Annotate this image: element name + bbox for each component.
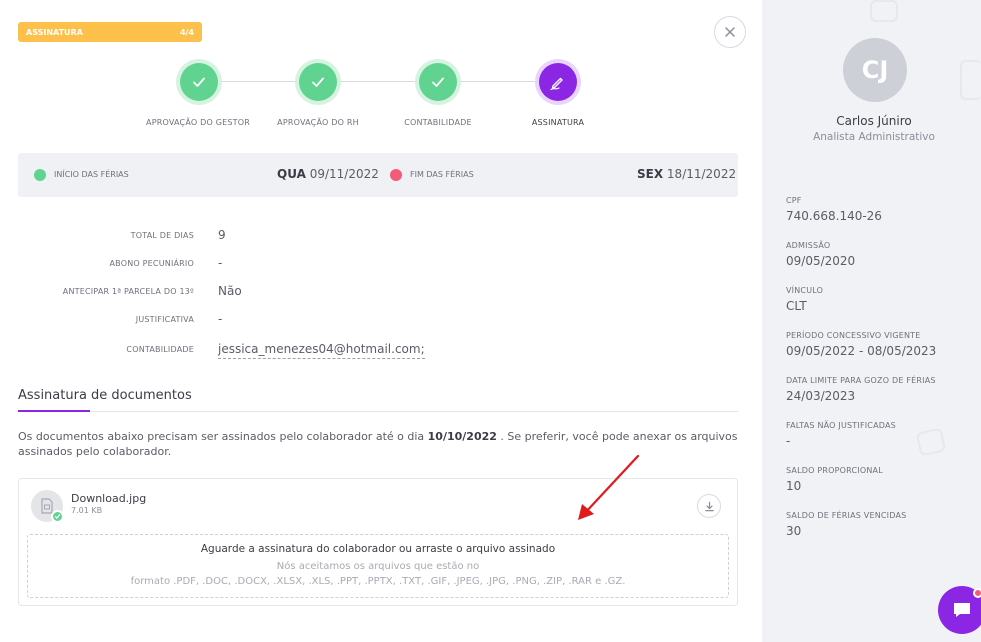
step-label-assinatura: ASSINATURA (531, 118, 585, 127)
end-date-dot (390, 169, 402, 181)
employee-name: Carlos Júniro (836, 114, 912, 128)
file-check-icon (51, 510, 64, 523)
file-name[interactable]: Download.jpg (71, 492, 146, 505)
saldo-vencidas-label: SALDO DE FÉRIAS VENCIDAS (786, 511, 907, 520)
step-badge-label: ASSINATURA (26, 27, 83, 37)
check-icon (432, 77, 444, 87)
step-label-rh: APROVAÇÃO DO RH (277, 118, 359, 127)
contabilidade-email[interactable]: jessica_menezes04@hotmail.com; (218, 342, 425, 359)
faltas-value: - (786, 434, 791, 448)
employee-role: Analista Administrativo (813, 131, 935, 143)
step-badge-counter: 4/4 (179, 27, 194, 37)
step-connector (456, 81, 542, 82)
end-date-value: SEX 18/11/2022 (637, 167, 736, 181)
justificativa-label: JUSTIFICATIVA (135, 315, 194, 324)
close-button[interactable] (714, 16, 746, 48)
download-icon (704, 501, 714, 511)
admissao-value: 09/05/2020 (786, 254, 856, 268)
periodo-value: 09/05/2022 - 08/05/2023 (786, 344, 937, 358)
download-button[interactable] (697, 494, 721, 518)
start-weekday: QUA (277, 167, 306, 181)
signature-pen-icon (550, 77, 563, 91)
decorative-shape (960, 60, 981, 100)
check-icon (312, 77, 324, 87)
notification-dot (973, 588, 981, 598)
periodo-label: PERÍODO CONCESSIVO VIGENTE (786, 331, 921, 340)
step-badge: ASSINATURA 4/4 (18, 22, 202, 42)
decorative-shape (870, 0, 898, 22)
step-connector (336, 81, 418, 82)
chat-icon (954, 603, 970, 617)
step-label-contabilidade: CONTABILIDADE (404, 118, 472, 127)
start-date: 09/11/2022 (309, 167, 379, 181)
end-date: 18/11/2022 (666, 167, 737, 181)
dropzone-title: Aguarde a assinatura do colaborador ou a… (200, 543, 556, 555)
cpf-value: 740.668.140-26 (786, 209, 882, 223)
abono-label: ABONO PECUNIÁRIO (109, 259, 194, 268)
check-icon (193, 77, 205, 87)
file-size: 7.01 KB (71, 506, 103, 515)
antecipar-value: Não (218, 284, 242, 298)
saldo-proporcional-label: SALDO PROPORCIONAL (786, 466, 883, 475)
total-days-label: TOTAL DE DIAS (130, 231, 194, 240)
total-days-value: 9 (218, 228, 226, 242)
data-limite-value: 24/03/2023 (786, 389, 856, 403)
data-limite-label: DATA LIMITE PARA GOZO DE FÉRIAS (786, 376, 936, 385)
step-rh-circle (299, 63, 337, 101)
deadline-date: 10/10/2022 (427, 430, 497, 443)
faltas-label: FALTAS NÃO JUSTIFICADAS (786, 421, 896, 430)
section-underline (18, 410, 90, 412)
vinculo-value: CLT (786, 299, 807, 313)
description-text-before: Os documentos abaixo precisam ser assina… (18, 430, 428, 443)
signed-file-dropzone[interactable]: Aguarde a assinatura do colaborador ou a… (27, 534, 729, 598)
step-gestor-circle (180, 63, 218, 101)
step-assinatura-circle (539, 63, 577, 101)
end-date-label: FIM DAS FÉRIAS (410, 170, 474, 179)
contabilidade-label: CONTABILIDADE (126, 345, 194, 354)
avatar: CJ (843, 38, 907, 102)
section-title: Assinatura de documentos (18, 388, 192, 403)
start-date-dot (34, 169, 46, 181)
step-contabilidade-circle (419, 63, 457, 101)
justificativa-value: - (218, 312, 223, 326)
cpf-label: CPF (786, 196, 802, 205)
dropzone-hint-1: Nós aceitamos os arquivos que estão no (276, 561, 480, 572)
step-connector (218, 81, 298, 82)
vinculo-label: VÍNCULO (786, 286, 824, 295)
dropzone-hint-2: formato .PDF, .DOC, .DOCX, .XLSX, .XLS, … (130, 576, 626, 587)
admissao-label: ADMISSÃO (786, 241, 831, 250)
saldo-proporcional-value: 10 (786, 479, 802, 493)
saldo-vencidas-value: 30 (786, 524, 802, 538)
step-label-gestor: APROVAÇÃO DO GESTOR (146, 118, 250, 127)
close-icon (725, 27, 735, 37)
start-date-label: INÍCIO DAS FÉRIAS (54, 170, 129, 179)
abono-value: - (218, 256, 223, 270)
section-divider (18, 411, 738, 412)
start-date-value: QUA 09/11/2022 (277, 167, 379, 181)
end-weekday: SEX (637, 167, 664, 181)
red-arrow-icon (578, 454, 640, 520)
antecipar-label: ANTECIPAR 1ª PARCELA DO 13º (62, 287, 194, 296)
